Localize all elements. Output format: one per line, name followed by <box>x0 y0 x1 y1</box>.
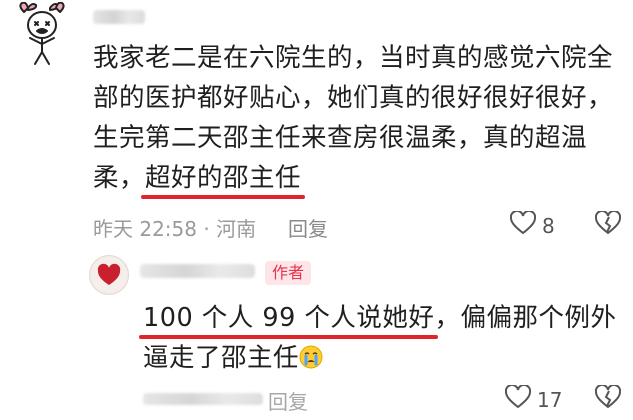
comment-like-button[interactable]: 8 <box>509 209 555 240</box>
author-name-redacted[interactable] <box>140 264 255 278</box>
comment-like-count: 8 <box>542 213 555 238</box>
author-avatar[interactable] <box>89 255 129 295</box>
commenter-avatar[interactable] <box>16 1 70 68</box>
heart-outline-icon <box>509 209 537 240</box>
comment-reply-button[interactable]: 回复 <box>288 213 328 242</box>
broken-heart-icon <box>594 383 622 413</box>
broken-heart-icon <box>594 209 622 239</box>
reply-meta-redacted <box>143 393 263 405</box>
comment-dislike-button[interactable] <box>594 209 622 239</box>
comment-text-highlight: 超好的邵主任 <box>145 163 302 193</box>
reply-reply-button[interactable]: 回复 <box>268 386 308 415</box>
reply-dislike-button[interactable] <box>594 383 622 413</box>
reply-text-highlight: 100 个人 99 个人说她好 <box>143 303 435 333</box>
reply-like-button[interactable]: 17 <box>504 383 563 414</box>
commenter-name-redacted[interactable] <box>93 10 145 24</box>
author-badge: 作者 <box>265 261 312 285</box>
heart-outline-icon <box>504 383 532 414</box>
comment-text: 我家老二是在六院生的，当时真的感觉六院全部的医护都好贴心，她们真的很好很好很好，… <box>93 38 618 198</box>
reply-like-count: 17 <box>537 387 563 412</box>
reply-text: 100 个人 99 个人说她好，偏偏那个例外逼走了邵主任 <box>143 298 623 378</box>
comment-timestamp: 昨天 22:58 · 河南 <box>93 217 257 241</box>
crying-face-emoji <box>299 341 323 369</box>
comment-thread: 我家老二是在六院生的，当时真的感觉六院全部的医护都好贴心，她们真的很好很好很好，… <box>0 0 633 420</box>
